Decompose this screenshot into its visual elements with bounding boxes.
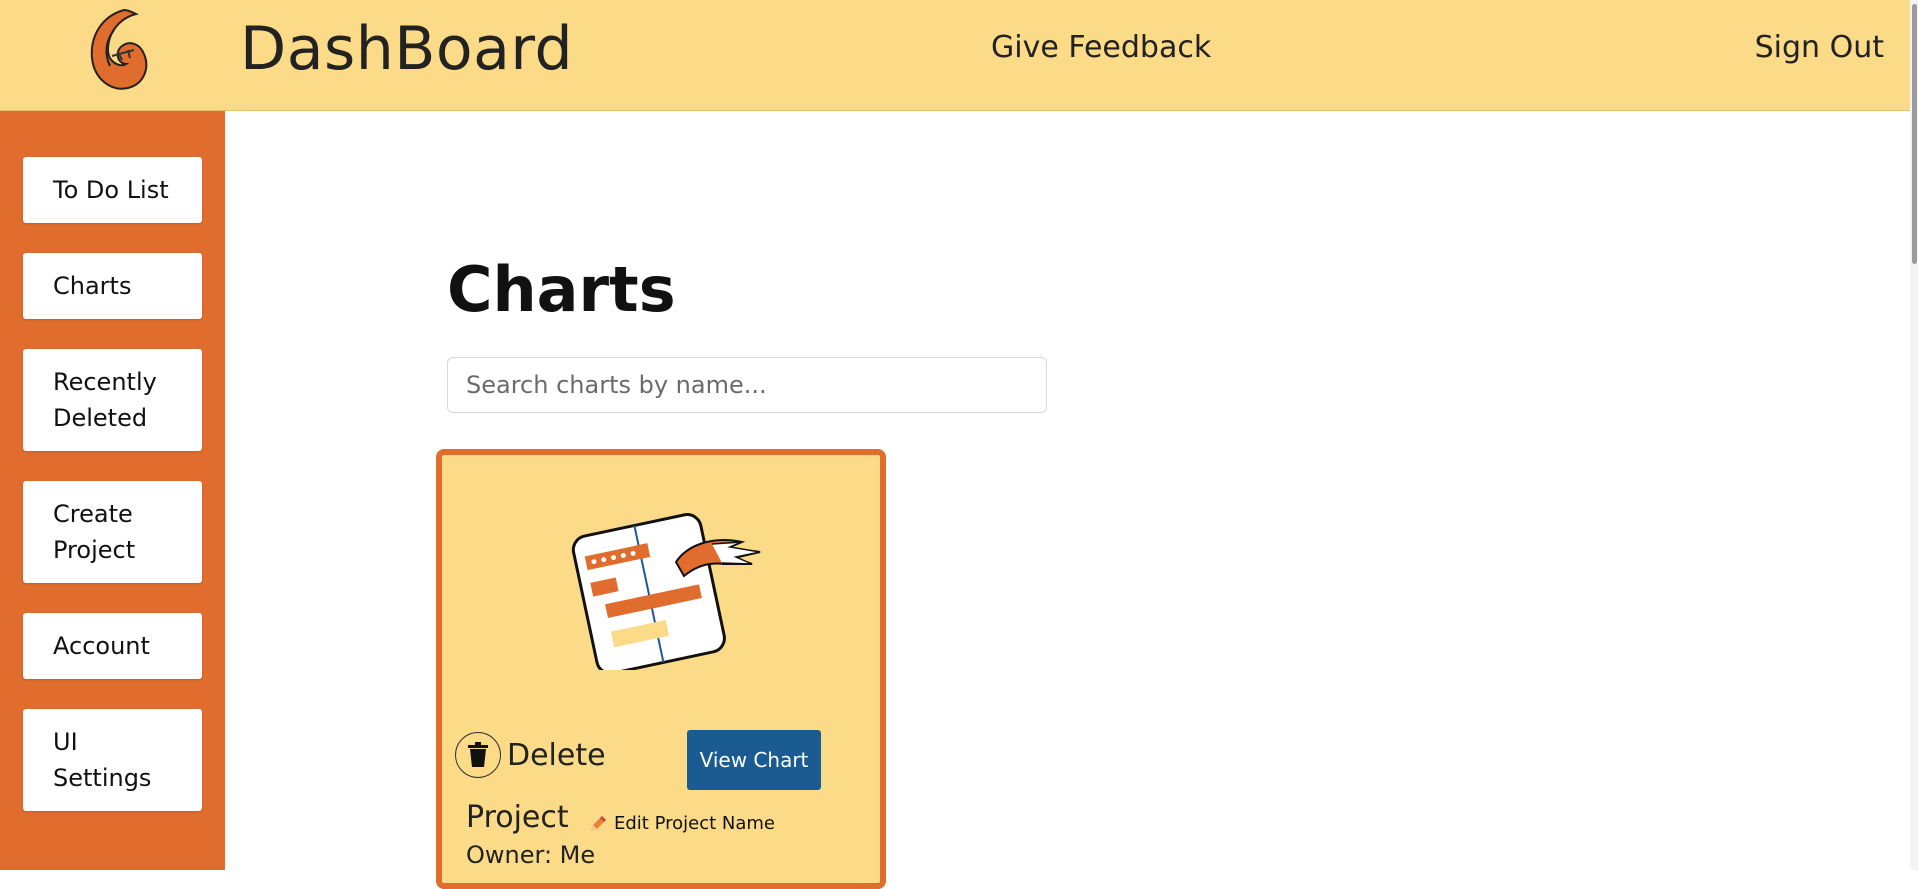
scrollbar[interactable] [1910,0,1918,870]
edit-project-name-label: Edit Project Name [614,813,775,834]
search-input[interactable] [447,357,1047,413]
sidebar-item-to-do-list[interactable]: To Do List [23,157,202,223]
sign-out-link[interactable]: Sign Out [1755,30,1884,65]
sidebar-item-ui-settings[interactable]: UI Settings [23,709,202,811]
flame-logo-icon [90,8,148,90]
give-feedback-link[interactable]: Give Feedback [991,30,1211,65]
sidebar: To Do List Charts Recently Deleted Creat… [0,111,225,870]
gantt-chart-icon [571,513,761,670]
sidebar-item-create-project[interactable]: Create Project [23,481,202,583]
trash-icon [455,732,501,778]
sidebar-item-charts[interactable]: Charts [23,253,202,319]
view-chart-button[interactable]: View Chart [687,730,821,790]
edit-project-name-button[interactable]: Edit Project Name [588,813,775,834]
app-title: DashBoard [240,14,574,84]
page-title: Charts [447,253,676,326]
owner-label: Owner: Me [466,841,596,869]
top-header: DashBoard Give Feedback Sign Out [0,0,1918,111]
project-name: Project [466,800,569,835]
delete-button[interactable]: Delete [455,732,606,778]
scrollbar-thumb[interactable] [1912,4,1917,264]
sidebar-item-recently-deleted[interactable]: Recently Deleted [23,349,202,451]
delete-label: Delete [507,737,606,773]
chart-card: Delete View Chart Project Edit Project N… [436,449,886,889]
sidebar-item-account[interactable]: Account [23,613,202,679]
pencil-icon [591,815,606,831]
